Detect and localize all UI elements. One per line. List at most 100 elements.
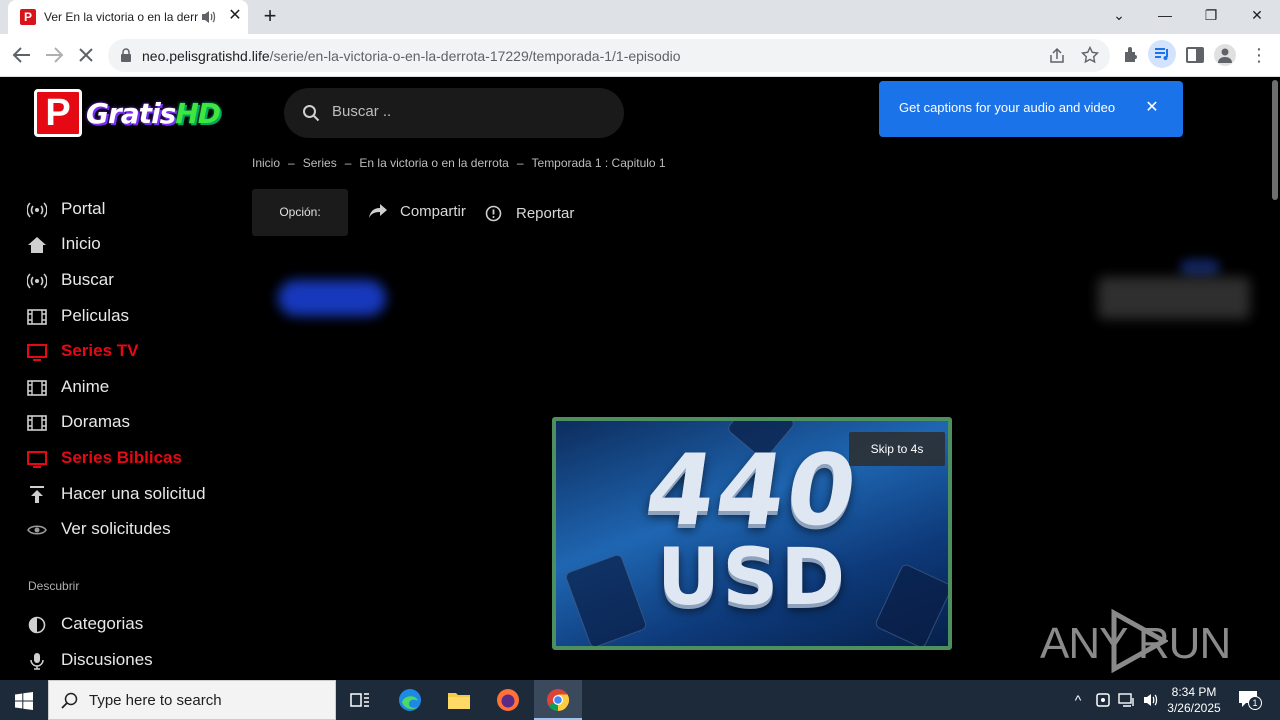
clock-time: 8:34 PM — [1171, 685, 1217, 699]
discover-section-title: Descubrir — [28, 579, 80, 593]
film-icon — [27, 380, 47, 396]
tv-icon — [27, 451, 47, 468]
tab-search-icon[interactable]: ⌄ — [1096, 0, 1142, 30]
microphone-icon — [30, 653, 44, 670]
sidebar-label: Doramas — [61, 412, 130, 431]
search-icon — [61, 692, 78, 709]
start-button[interactable] — [0, 680, 48, 720]
person-icon — [1218, 48, 1232, 63]
option-selector[interactable]: Opción: — [252, 189, 348, 236]
bookmark-star-icon[interactable] — [1081, 46, 1099, 64]
sidebar-label: Buscar — [61, 270, 114, 289]
breadcrumb-link-serie[interactable]: En la victoria o en la derrota — [359, 156, 508, 170]
breadcrumb-current: Temporada 1 : Capitulo 1 — [531, 156, 666, 170]
half-circle-icon — [28, 616, 46, 634]
close-window-button[interactable]: ✕ — [1234, 0, 1280, 30]
media-control-button[interactable] — [1148, 40, 1176, 68]
firefox-app-button[interactable] — [484, 680, 532, 720]
scrollbar-thumb[interactable] — [1272, 80, 1278, 200]
sidebar-item-hacer-solicitud[interactable]: Hacer una solicitud — [27, 482, 247, 508]
tab-close-icon[interactable]: ✕ — [226, 7, 244, 25]
sidebar-item-inicio[interactable]: Inicio — [27, 232, 247, 258]
volume-icon[interactable] — [1142, 691, 1160, 709]
broadcast-icon — [27, 273, 47, 289]
sidebar-item-peliculas[interactable]: Peliculas — [27, 304, 247, 330]
profile-avatar[interactable] — [1214, 44, 1236, 66]
sidebar-label: Discusiones — [61, 650, 153, 669]
logo-wordmark: GratisHD — [86, 97, 221, 130]
alert-circle-icon — [485, 205, 502, 222]
anyrun-watermark: ANY RUN — [1040, 607, 1240, 677]
breadcrumb-link-series[interactable]: Series — [303, 156, 337, 170]
notification-badge: 1 — [1248, 696, 1262, 710]
film-icon — [27, 309, 47, 325]
blurred-player-control — [1098, 277, 1250, 319]
sidebar-item-doramas[interactable]: Doramas — [27, 410, 247, 436]
notification-center-button[interactable]: 1 — [1234, 688, 1262, 712]
watermark-text: ANY RUN — [1040, 619, 1231, 668]
task-view-icon — [350, 693, 369, 707]
file-explorer-button[interactable] — [434, 680, 482, 720]
task-view-button[interactable] — [336, 680, 384, 720]
new-tab-button[interactable]: + — [258, 5, 282, 29]
live-caption-popup: Get captions for your audio and video ✕ — [879, 81, 1183, 137]
share-label: Compartir — [400, 203, 466, 220]
media-queue-icon — [1155, 48, 1168, 60]
sidebar-label: Inicio — [61, 234, 101, 253]
site-search-box[interactable]: Buscar .. — [284, 88, 624, 138]
skip-ad-button[interactable]: Skip to 4s — [849, 432, 945, 466]
search-input[interactable]: Buscar .. — [332, 103, 391, 120]
lock-icon[interactable] — [120, 48, 132, 62]
sidebar-item-categorias[interactable]: Categorias — [27, 612, 247, 638]
tab-title: Ver En la victoria o en la derr — [44, 10, 199, 24]
taskbar-search-placeholder: Type here to search — [89, 692, 222, 709]
sidebar-item-ver-solicitudes[interactable]: Ver solicitudes — [27, 517, 247, 543]
minimize-button[interactable]: — — [1142, 0, 1188, 30]
tv-icon — [27, 344, 47, 361]
sidebar-item-discusiones[interactable]: Discusiones — [27, 648, 247, 674]
ad-currency: USD — [656, 533, 848, 623]
close-icon[interactable]: ✕ — [1143, 99, 1161, 117]
taskbar-search-box[interactable]: Type here to search — [48, 680, 336, 720]
sidebar-label: Categorias — [61, 614, 144, 633]
sidebar-item-buscar[interactable]: Buscar — [27, 268, 247, 294]
firefox-icon — [497, 689, 519, 711]
share-page-icon[interactable] — [1048, 47, 1066, 65]
search-icon[interactable] — [302, 104, 320, 122]
sidebar-item-portal[interactable]: Portal — [27, 197, 247, 223]
upload-icon — [30, 486, 44, 503]
edge-app-button[interactable] — [386, 680, 434, 720]
logo-letter: P — [34, 89, 82, 137]
clock-date: 3/26/2025 — [1167, 701, 1221, 715]
meet-now-icon[interactable] — [1094, 691, 1112, 709]
address-bar[interactable]: neo.pelisgratishd.life/serie/en-la-victo… — [108, 39, 1110, 72]
forward-icon[interactable] — [42, 43, 66, 67]
more-menu-icon[interactable]: ⋮ — [1250, 44, 1268, 66]
sidebar-item-series-tv[interactable]: Series TV — [27, 339, 247, 365]
stop-loading-icon[interactable] — [74, 43, 98, 67]
url-text: neo.pelisgratishd.life/serie/en-la-victo… — [142, 48, 681, 64]
chrome-icon — [547, 689, 569, 711]
sidebar-item-anime[interactable]: Anime — [27, 375, 247, 401]
browser-toolbar: neo.pelisgratishd.life/serie/en-la-victo… — [0, 34, 1280, 77]
sidebar-label: Ver solicitudes — [61, 519, 171, 538]
breadcrumb: Inicio – Series – En la victoria o en la der… — [252, 156, 666, 170]
taskbar-clock[interactable]: 8:34 PM 3/26/2025 — [1162, 684, 1226, 716]
sidebar-item-series-biblicas[interactable]: Series Biblicas — [27, 446, 247, 472]
breadcrumb-separator: – — [288, 156, 295, 170]
sidebar-label: Portal — [61, 199, 106, 218]
browser-tab[interactable]: P Ver En la victoria o en la derr ✕ — [8, 0, 248, 34]
chevron-up-icon[interactable]: ^ — [1070, 690, 1086, 710]
restore-button[interactable]: ❐ — [1188, 0, 1234, 30]
side-panel-icon[interactable] — [1184, 44, 1206, 66]
network-icon[interactable] — [1118, 691, 1136, 709]
site-logo[interactable]: P GratisHD — [34, 89, 221, 139]
extensions-icon[interactable] — [1120, 44, 1142, 66]
breadcrumb-link-inicio[interactable]: Inicio — [252, 156, 280, 170]
web-page: P GratisHD Buscar .. Portal Inicio Busca… — [0, 77, 1270, 680]
back-icon[interactable] — [10, 43, 34, 67]
sidebar-label: Series TV — [61, 341, 139, 360]
speaker-icon[interactable] — [200, 8, 216, 26]
broadcast-icon — [27, 202, 47, 218]
chrome-app-button[interactable] — [534, 680, 582, 720]
